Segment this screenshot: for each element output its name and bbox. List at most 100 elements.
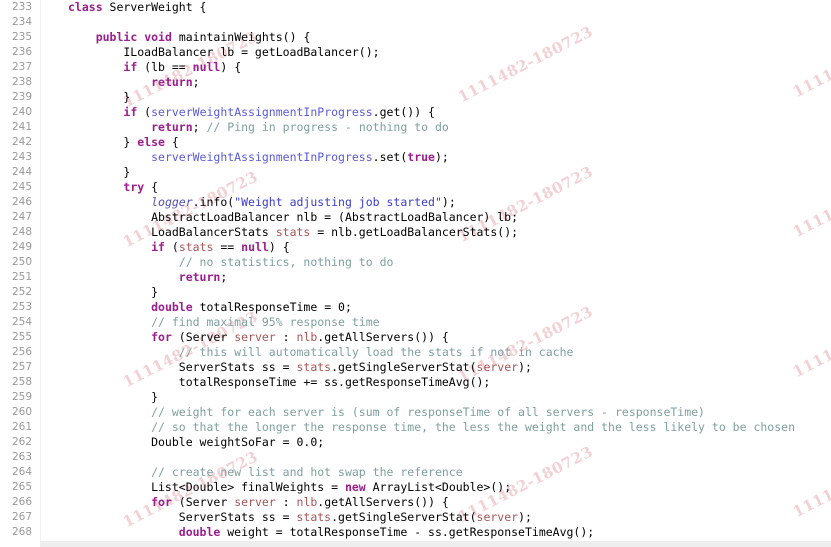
code-line[interactable]: 236 ILoadBalancer lb = getLoadBalancer()…	[0, 45, 831, 60]
token-cmt: // create new list and hot swap the refe…	[151, 465, 463, 479]
code-line[interactable]: 257 ServerStats ss = stats.getSingleServ…	[0, 360, 831, 375]
code-line[interactable]: 266 for (Server server : nlb.getAllServe…	[0, 495, 831, 510]
token-loc: server	[476, 360, 519, 374]
code-line[interactable]: 268 double weight = totalResponseTime - …	[0, 525, 831, 540]
line-text[interactable]: class ServerWeight {	[40, 0, 831, 15]
code-line[interactable]: 260 // weight for each server is (sum of…	[0, 405, 831, 420]
code-line[interactable]: 251 return;	[0, 270, 831, 285]
token-cmt: // Ping in progress - nothing to do	[206, 120, 449, 134]
code-line[interactable]: 235 public void maintainWeights() {	[0, 30, 831, 45]
code-line[interactable]: 262 Double weightSoFar = 0.0;	[0, 435, 831, 450]
line-text[interactable]: }	[40, 390, 831, 405]
token-plain: totalResponseTime += ss.getResponseTimeA…	[68, 375, 491, 389]
token-loc: server	[476, 510, 519, 524]
line-text[interactable]: ServerStats ss = stats.getSingleServerSt…	[40, 510, 831, 525]
code-line[interactable]: 258 totalResponseTime += ss.getResponseT…	[0, 375, 831, 390]
line-text[interactable]: if (serverWeightAssignmentInProgress.get…	[40, 105, 831, 120]
code-line[interactable]: 240 if (serverWeightAssignmentInProgress…	[0, 105, 831, 120]
line-text[interactable]: return;	[40, 75, 831, 90]
line-text[interactable]: double weight = totalResponseTime - ss.g…	[40, 525, 831, 540]
line-text[interactable]: Double weightSoFar = 0.0;	[40, 435, 831, 450]
line-number: 247	[0, 210, 40, 225]
line-number: 266	[0, 495, 40, 510]
line-number: 259	[0, 390, 40, 405]
token-plain: }	[68, 90, 131, 104]
line-text[interactable]	[40, 15, 831, 30]
token-plain: (	[137, 105, 152, 119]
code-line[interactable]: 249 if (stats == null) {	[0, 240, 831, 255]
code-line[interactable]: 264 // create new list and hot swap the …	[0, 465, 831, 480]
line-text[interactable]: return; // Ping in progress - nothing to…	[40, 120, 831, 135]
line-text[interactable]: // so that the longer the response time,…	[40, 420, 831, 435]
line-text[interactable]: public void maintainWeights() {	[40, 30, 831, 45]
line-text[interactable]: logger.info("Weight adjusting job starte…	[40, 195, 831, 210]
line-text[interactable]: double totalResponseTime = 0;	[40, 300, 831, 315]
code-line[interactable]: 233 class ServerWeight {	[0, 0, 831, 15]
code-line[interactable]: 259 }	[0, 390, 831, 405]
code-line[interactable]: 261 // so that the longer the response t…	[0, 420, 831, 435]
token-plain: .info(	[192, 195, 235, 209]
line-text[interactable]: // find maximal 95% response time	[40, 315, 831, 330]
code-line[interactable]: 238 return;	[0, 75, 831, 90]
line-text[interactable]: // weight for each server is (sum of res…	[40, 405, 831, 420]
code-content[interactable]: 233 class ServerWeight {234 235 public vo…	[0, 0, 831, 547]
line-text[interactable]: ServerStats ss = stats.getSingleServerSt…	[40, 360, 831, 375]
code-line[interactable]: 242 } else {	[0, 135, 831, 150]
line-text[interactable]	[40, 450, 831, 465]
token-plain: ServerWeight {	[102, 0, 207, 14]
code-line[interactable]: 244 }	[0, 165, 831, 180]
code-line[interactable]: 234	[0, 15, 831, 30]
line-number: 242	[0, 135, 40, 150]
line-text[interactable]: serverWeightAssignmentInProgress.set(tru…	[40, 150, 831, 165]
code-line[interactable]: 237 if (lb == null) {	[0, 60, 831, 75]
code-line[interactable]: 246 logger.info("Weight adjusting job st…	[0, 195, 831, 210]
line-text[interactable]: } else {	[40, 135, 831, 150]
code-line[interactable]: 254 // find maximal 95% response time	[0, 315, 831, 330]
line-text[interactable]: }	[40, 90, 831, 105]
token-plain: .get()) {	[372, 105, 435, 119]
line-text[interactable]: if (lb == null) {	[40, 60, 831, 75]
line-text[interactable]: AbstractLoadBalancer nlb = (AbstractLoad…	[40, 210, 831, 225]
code-line[interactable]: 252 }	[0, 285, 831, 300]
line-text[interactable]: ILoadBalancer lb = getLoadBalancer();	[40, 45, 831, 60]
line-text[interactable]: // this will automatically load the stat…	[40, 345, 831, 360]
line-number: 241	[0, 120, 40, 135]
line-text[interactable]: if (stats == null) {	[40, 240, 831, 255]
code-editor[interactable]: 1111482-180723 1111482-180723 1111482-1807…	[0, 0, 831, 547]
code-line[interactable]: 265 List<Double> finalWeights = new Arra…	[0, 480, 831, 495]
line-text[interactable]: }	[40, 285, 831, 300]
code-line[interactable]: 247 AbstractLoadBalancer nlb = (Abstract…	[0, 210, 831, 225]
code-line[interactable]: 256 // this will automatically load the …	[0, 345, 831, 360]
code-line[interactable]: 267 ServerStats ss = stats.getSingleServ…	[0, 510, 831, 525]
token-loc: stats	[275, 225, 311, 239]
line-text[interactable]: // no statistics, nothing to do	[40, 255, 831, 270]
code-line[interactable]: 248 LoadBalancerStats stats = nlb.getLoa…	[0, 225, 831, 240]
token-num: 0.0	[296, 435, 318, 449]
line-text[interactable]: // create new list and hot swap the refe…	[40, 465, 831, 480]
code-line[interactable]: 241 return; // Ping in progress - nothin…	[0, 120, 831, 135]
code-line[interactable]: 250 // no statistics, nothing to do	[0, 255, 831, 270]
line-text[interactable]: totalResponseTime += ss.getResponseTimeA…	[40, 375, 831, 390]
line-text[interactable]: List<Double> finalWeights = new ArrayLis…	[40, 480, 831, 495]
token-kw: class	[68, 0, 103, 14]
line-number: 246	[0, 195, 40, 210]
line-text[interactable]: return;	[40, 270, 831, 285]
line-text[interactable]: }	[40, 165, 831, 180]
line-text[interactable]: LoadBalancerStats stats = nlb.getLoadBal…	[40, 225, 831, 240]
line-text[interactable]: for (Server server : nlb.getAllServers()…	[40, 330, 831, 345]
code-line[interactable]: 245 try {	[0, 180, 831, 195]
line-text[interactable]: try {	[40, 180, 831, 195]
code-line[interactable]: 255 for (Server server : nlb.getAllServe…	[0, 330, 831, 345]
token-loc: server	[234, 495, 276, 509]
code-line[interactable]: 243 serverWeightAssignmentInProgress.set…	[0, 150, 831, 165]
code-line[interactable]: 239 }	[0, 90, 831, 105]
line-number: 237	[0, 60, 40, 75]
line-text[interactable]: for (Server server : nlb.getAllServers()…	[40, 495, 831, 510]
token-plain: ;	[344, 300, 352, 314]
code-line[interactable]: 253 double totalResponseTime = 0;	[0, 300, 831, 315]
code-line[interactable]: 263	[0, 450, 831, 465]
